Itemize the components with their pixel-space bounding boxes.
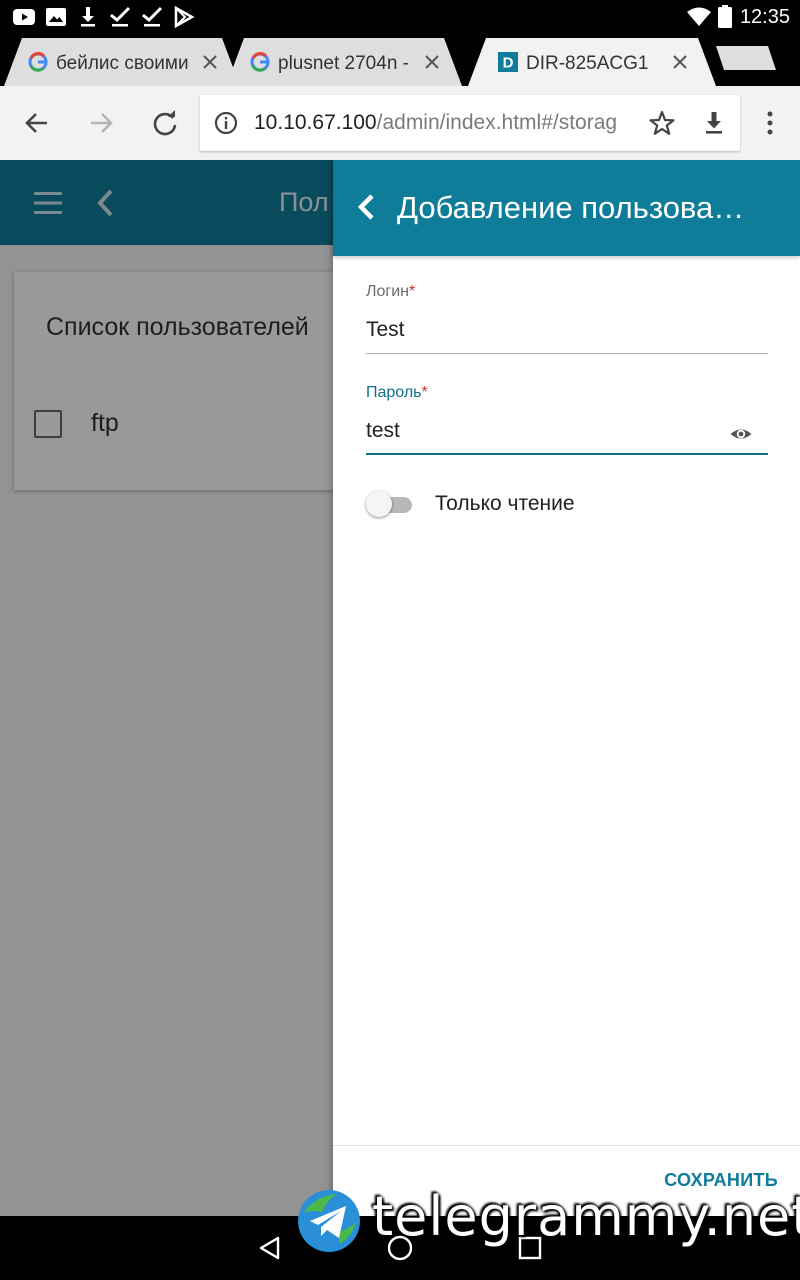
tab-strip: бейлис своими plusnet 2704n - D DIR-825A… (0, 34, 800, 86)
login-underline (366, 353, 768, 354)
download-icon[interactable] (700, 109, 728, 137)
web-page: Пол Список пользователей ftp Добавление … (0, 160, 800, 1216)
back-arrow-icon[interactable] (23, 109, 51, 137)
new-tab-button[interactable] (712, 42, 778, 74)
google-icon (28, 52, 48, 72)
url-host: 10.10.67.100 (254, 111, 377, 134)
panel-title: Добавление пользова… (397, 190, 745, 225)
login-field[interactable] (366, 317, 706, 343)
status-bar: 12:35 (0, 0, 800, 34)
watermark-text: telegrammy.net (372, 1185, 800, 1248)
url-path: /admin/index.html#/storag (376, 111, 618, 134)
close-icon[interactable] (422, 52, 442, 72)
dlink-icon: D (498, 52, 518, 72)
wifi-icon (686, 5, 712, 29)
menu-kebab-icon[interactable] (756, 109, 784, 137)
tab-title: бейлис своими (56, 53, 189, 74)
toggle-knob (366, 491, 392, 517)
required-mark: * (409, 283, 416, 300)
back-chevron-icon[interactable] (351, 192, 381, 222)
tab-2[interactable]: plusnet 2704n - (226, 38, 462, 86)
close-icon[interactable] (670, 52, 690, 72)
close-icon[interactable] (200, 52, 220, 72)
google-icon (250, 52, 270, 72)
check-icon (108, 5, 132, 29)
tab-title: DIR-825ACG1 (526, 53, 649, 74)
login-label: Логин* (366, 283, 416, 300)
browser-toolbar: 10.10.67.100/admin/index.html#/storag (0, 86, 800, 160)
address-bar[interactable]: 10.10.67.100/admin/index.html#/storag (200, 95, 740, 151)
bookmark-star-icon[interactable] (648, 109, 676, 137)
readonly-toggle[interactable] (366, 490, 414, 518)
play-store-icon (172, 5, 196, 29)
tab-1[interactable]: бейлис своими (4, 38, 240, 86)
reload-icon[interactable] (151, 109, 179, 137)
password-underline (366, 453, 768, 455)
panel-header: Добавление пользова… (333, 160, 800, 256)
battery-icon (718, 5, 732, 29)
telegram-logo-icon (296, 1188, 362, 1254)
svg-text:D: D (503, 55, 514, 72)
youtube-icon (12, 5, 36, 29)
password-field[interactable] (366, 418, 706, 444)
download-icon (76, 5, 100, 29)
show-password-eye-icon[interactable] (729, 422, 753, 446)
footer-divider (333, 1145, 800, 1146)
clock: 12:35 (739, 6, 790, 28)
url-text[interactable]: 10.10.67.100/admin/index.html#/storag (254, 111, 636, 135)
readonly-label: Только чтение (435, 492, 575, 515)
tab-3-active[interactable]: D DIR-825ACG1 (468, 38, 716, 86)
nav-back-icon[interactable] (256, 1234, 284, 1262)
check-icon (140, 5, 164, 29)
info-icon[interactable] (214, 111, 238, 135)
forward-arrow-icon[interactable] (87, 109, 115, 137)
password-label: Пароль* (366, 384, 428, 401)
image-icon (44, 5, 68, 29)
required-mark: * (421, 384, 428, 401)
tab-title: plusnet 2704n - (278, 53, 409, 74)
add-user-panel: Добавление пользова… Логин* Пароль* Толь… (333, 160, 800, 1216)
